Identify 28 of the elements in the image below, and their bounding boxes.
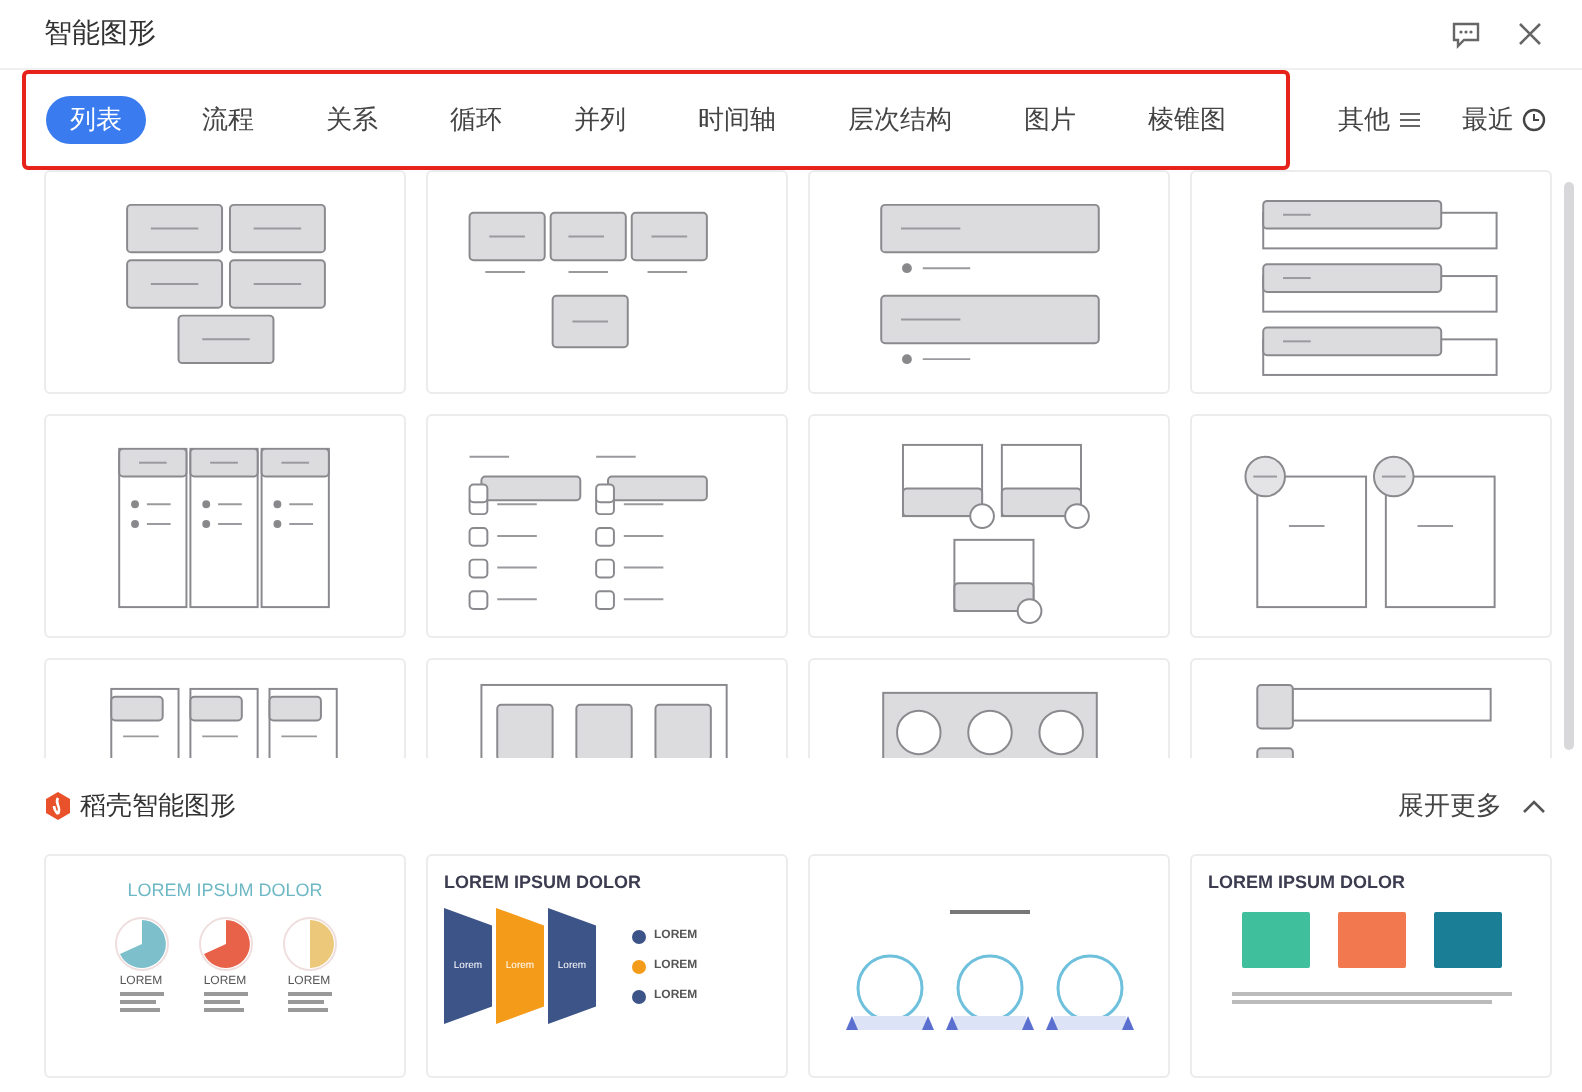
category-tab[interactable]: 列表 [46, 96, 146, 144]
template-card[interactable] [808, 854, 1170, 1078]
section-title: 稻壳智能图形 [80, 788, 238, 824]
category-tab[interactable]: 棱锥图 [1132, 96, 1242, 144]
menu-icon [1398, 108, 1422, 132]
text-lines [203, 992, 247, 1012]
filter-button[interactable]: 其他 [1338, 102, 1422, 138]
filter-button[interactable]: 最近 [1462, 102, 1546, 138]
chat-icon[interactable] [1450, 18, 1482, 50]
category-tab[interactable]: 流程 [186, 96, 270, 144]
category-tab[interactable]: 循环 [434, 96, 518, 144]
category-tab[interactable]: 关系 [310, 96, 394, 144]
text-lines [119, 992, 163, 1012]
template-title: LOREM IPSUM DOLOR [127, 880, 323, 900]
clock-icon [1522, 108, 1546, 132]
close-icon[interactable] [1514, 18, 1546, 50]
category-tab[interactable]: 层次结构 [832, 96, 968, 144]
template-title: LOREM IPSUM DOLOR [1208, 872, 1405, 892]
text-lines [287, 992, 331, 1012]
category-tab[interactable]: 并列 [558, 96, 642, 144]
window-title: 智能图形 [44, 16, 158, 52]
template-title: LOREM IPSUM DOLOR [444, 872, 641, 892]
flame-logo-icon [44, 792, 72, 820]
expand-button[interactable]: 展开更多 [1398, 788, 1546, 824]
category-tab[interactable]: 图片 [1008, 96, 1092, 144]
scrollbar[interactable] [1564, 182, 1574, 750]
category-tab[interactable]: 时间轴 [682, 96, 792, 144]
template-card[interactable]: LOREM IPSUM DOLOR [1190, 854, 1552, 1078]
